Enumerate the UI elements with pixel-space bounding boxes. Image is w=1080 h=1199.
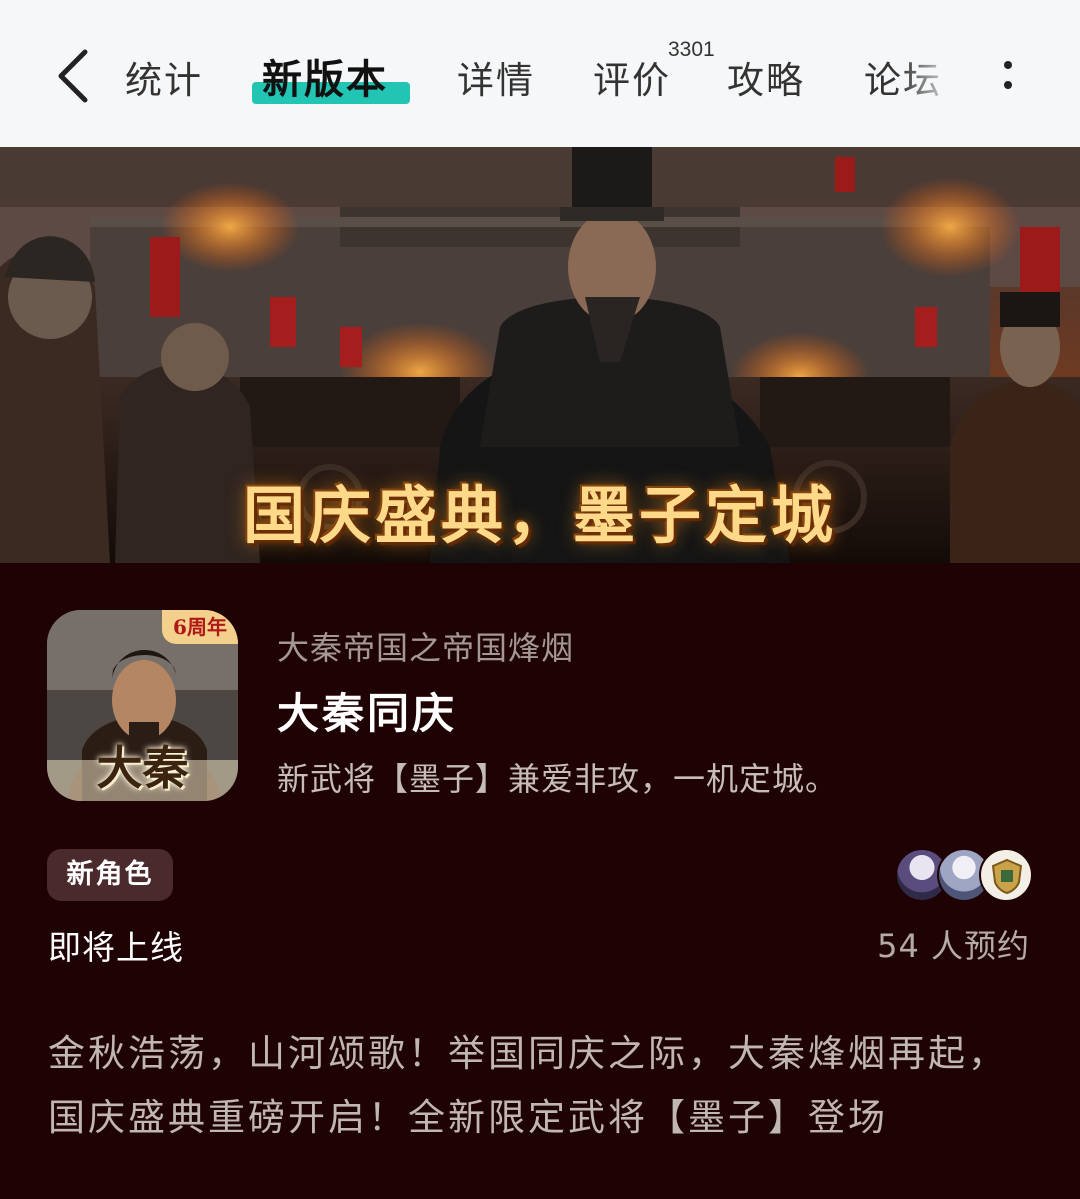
version-description: 新武将【墨子】兼爱非攻，一机定城。 — [277, 760, 839, 798]
anniversary-badge: 6周年 — [162, 610, 238, 644]
top-nav-bar: 统计 新版本 详情 评价 3301 攻略 论坛 — [0, 0, 1080, 147]
reservation-count: 54 人预约 — [877, 927, 1030, 965]
game-name[interactable]: 大秦帝国之帝国烽烟 — [277, 623, 574, 669]
game-icon-label: 大秦 — [96, 741, 189, 795]
version-title: 大秦同庆 — [277, 689, 458, 738]
hero-banner[interactable]: 国庆盛典，墨子定城 — [0, 147, 1080, 563]
version-intro-text: 金秋浩荡，山河颂歌！举国同庆之际，大秦烽烟再起，国庆盛典重磅开启！全新限定武将【… — [48, 1032, 1008, 1139]
reserved-users-avatars[interactable] — [895, 848, 1035, 904]
new-character-tag: 新角色 — [47, 849, 173, 901]
tab-scroll-fade — [900, 40, 960, 110]
tab-guides[interactable]: 攻略 — [727, 50, 805, 102]
more-button[interactable] — [990, 52, 1026, 98]
reviews-count-badge: 3301 — [668, 38, 715, 61]
release-status: 即将上线 — [48, 928, 184, 967]
tab-new-version[interactable]: 新版本 — [262, 47, 388, 103]
avatar — [979, 848, 1033, 902]
back-chevron-icon — [58, 49, 88, 103]
banner-title: 国庆盛典，墨子定城 — [242, 479, 837, 552]
game-app-icon[interactable]: 6周年 大秦 — [47, 610, 238, 801]
more-vertical-icon — [1004, 61, 1012, 69]
crest-icon — [991, 858, 1023, 894]
back-button[interactable] — [50, 48, 94, 104]
tab-details[interactable]: 详情 — [457, 50, 535, 102]
tab-stats[interactable]: 统计 — [125, 50, 203, 102]
tab-reviews[interactable]: 评价 — [593, 50, 671, 102]
